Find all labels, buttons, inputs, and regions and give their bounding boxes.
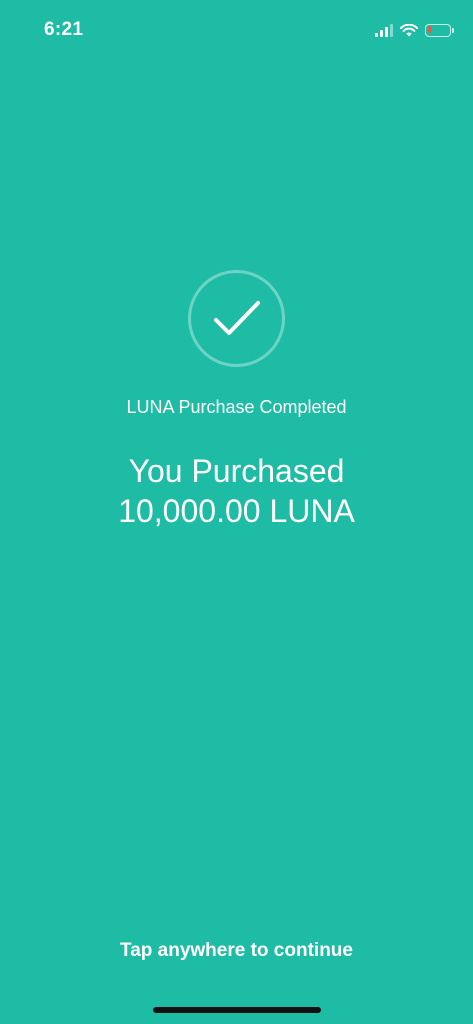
- home-indicator[interactable]: [153, 1007, 321, 1013]
- status-time: 6:21: [44, 19, 84, 40]
- battery-level: [427, 26, 432, 33]
- purchase-status-text: LUNA Purchase Completed: [126, 397, 347, 417]
- headline-line-1: You Purchased: [128, 453, 345, 489]
- tap-to-continue-text[interactable]: Tap anywhere to continue: [0, 940, 473, 962]
- purchased-amount: 10,000.00 LUNA: [118, 493, 355, 529]
- success-check-circle: [188, 270, 285, 367]
- wifi-icon: [400, 23, 418, 37]
- signal-icon: [375, 23, 393, 37]
- checkmark-icon: [213, 300, 260, 335]
- battery-icon: [425, 23, 454, 37]
- purchase-complete-screen[interactable]: 6:21 LUNA Purchase Completed You Purchas…: [0, 0, 473, 1024]
- purchase-headline: You Purchased 10,000.00 LUNA: [0, 451, 473, 531]
- status-icons: [375, 20, 454, 40]
- status-bar: 6:21: [0, 0, 473, 60]
